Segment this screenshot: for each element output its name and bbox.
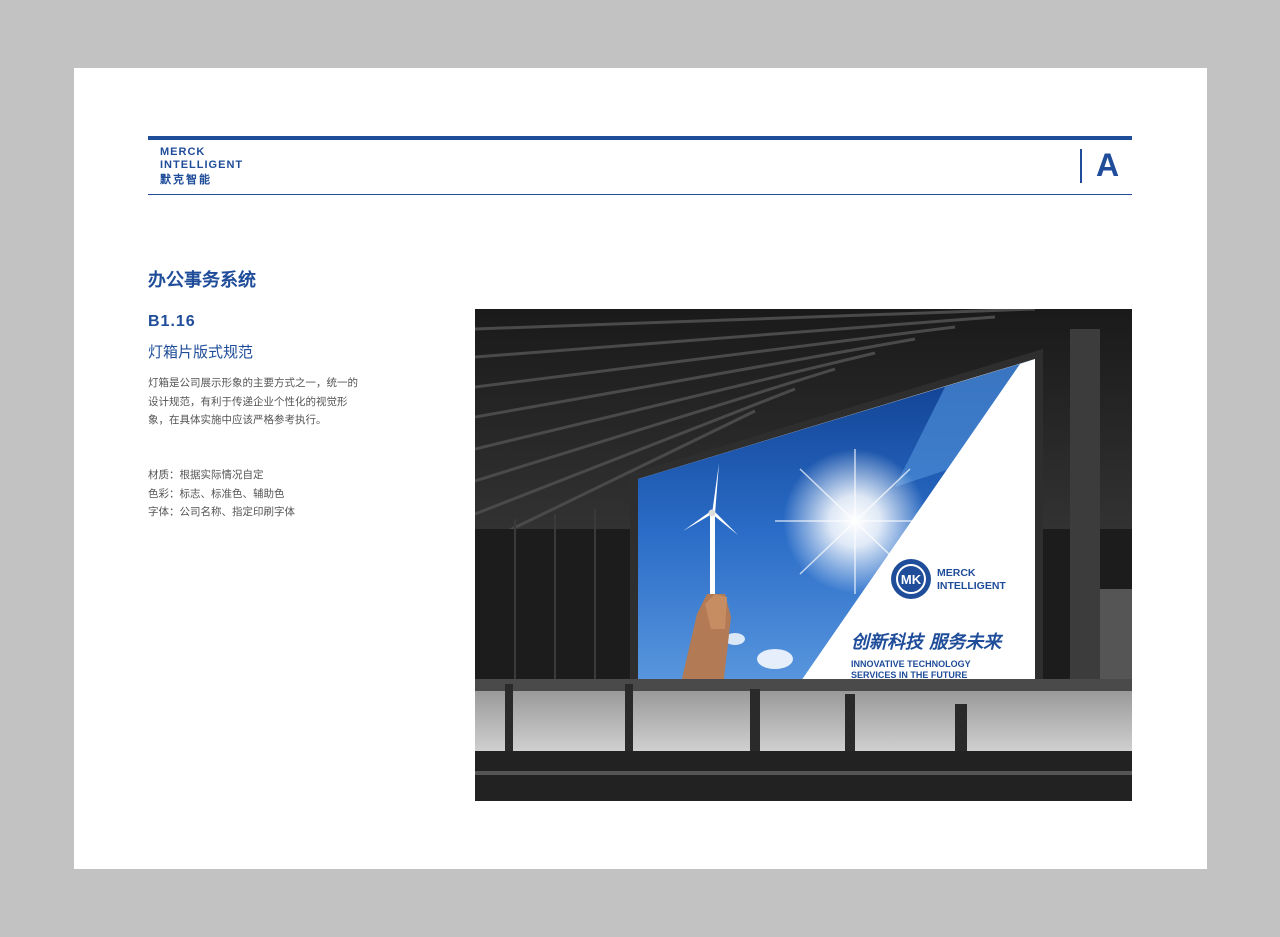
lightbox-slogan-en-2: SERVICES IN THE FUTURE [851,670,967,680]
spec-material: 材质：根据实际情况自定 [148,469,264,481]
brand-name-cn: 默克智能 [160,173,212,186]
spec-list: 材质：根据实际情况自定 色彩：标志、标准色、辅助色 字体：公司名称、指定印刷字体 [148,466,295,522]
lightbox-logo-mark: MK [901,572,922,587]
spec-font: 字体：公司名称、指定印刷字体 [148,506,295,518]
header-rule-top [148,136,1132,140]
section-letter: A [1096,147,1120,183]
document-sheet: MERCK INTELLIGENT 默克智能 A 办公事务系统 B1.16 灯箱… [74,68,1207,869]
spec-color: 色彩：标志、标准色、辅助色 [148,487,285,500]
lightbox-logo-line2: INTELLIGENT [937,580,1006,592]
mk-logo-icon: MK [891,559,931,599]
brand-name-en-2: INTELLIGENT [160,159,244,171]
brand-logo: MERCK INTELLIGENT 默克智能 [160,146,243,187]
section-title: 办公事务系统 [148,270,256,291]
header-rule-bottom [148,194,1132,195]
item-subtitle: 灯箱片版式规范 [148,343,254,361]
section-divider [1080,149,1082,183]
lightbox-slogan-cn: 创新科技 服务未来 [851,632,1003,653]
lightbox-logo-line1: MERCK [937,567,976,579]
brand-name-en-1: MERCK [160,146,206,158]
item-code: B1.16 [148,313,196,330]
item-description: 灯箱是公司展示形象的主要方式之一，统一的设计规范，有利于传递企业个性化的视觉形象… [148,377,358,426]
lightbox-slogan-en-1: INNOVATIVE TECHNOLOGY [851,659,971,669]
lightbox-mockup-photo: MK MERCK INTELLIGENT 创新科技 服务未来 INNOVATIV… [475,309,1132,801]
